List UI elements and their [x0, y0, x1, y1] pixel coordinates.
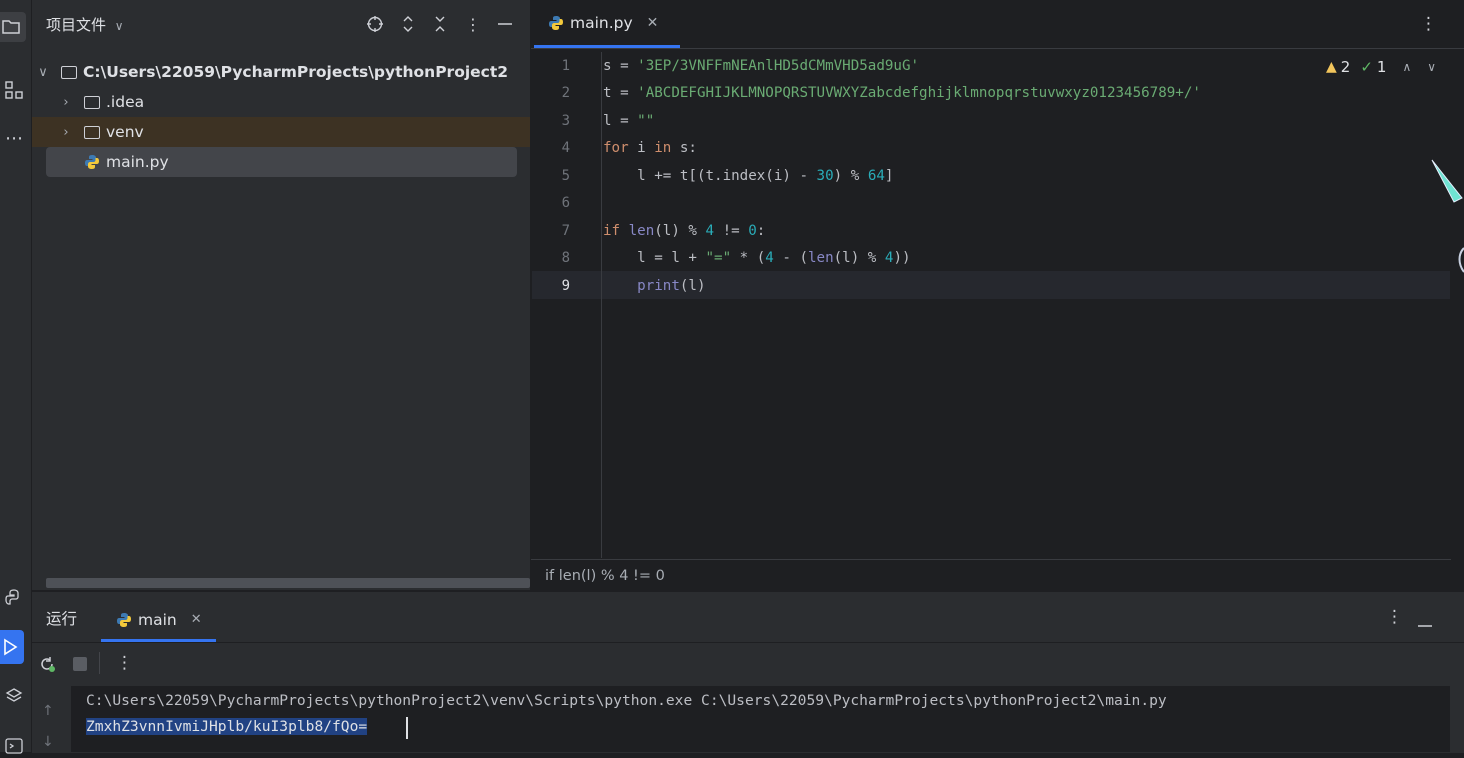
- tool-window-strip: ⋯: [0, 0, 32, 754]
- tree-item-venv[interactable]: › venv: [32, 117, 530, 147]
- stop-icon[interactable]: [73, 657, 87, 671]
- terminal-icon[interactable]: [2, 734, 26, 758]
- run-icon[interactable]: [0, 630, 24, 664]
- run-tab-main[interactable]: main ✕: [101, 600, 216, 642]
- line-number: 5: [561, 168, 570, 184]
- line-number: 6: [561, 195, 570, 211]
- tree-item-idea[interactable]: › .idea: [32, 87, 530, 117]
- run-options-icon[interactable]: ⋮: [1386, 607, 1403, 627]
- divider: [99, 652, 100, 674]
- chevron-right-icon[interactable]: ›: [58, 95, 74, 110]
- line-number: 9: [561, 278, 570, 294]
- more-icon[interactable]: ⋮: [116, 653, 133, 673]
- collapse-all-icon[interactable]: [430, 14, 450, 34]
- rerun-icon[interactable]: [38, 655, 56, 677]
- tree-item-label: .idea: [106, 93, 145, 111]
- line-number: 1: [561, 58, 570, 74]
- chevron-right-icon[interactable]: ›: [58, 125, 74, 140]
- tree-item-project-root[interactable]: ∨ C:\Users\22059\PycharmProjects\pythonP…: [32, 57, 530, 87]
- code-line[interactable]: print(l): [603, 278, 705, 294]
- inspection-widget[interactable]: ▲ 2 ✓ 1 ∧ ∨: [1326, 58, 1436, 76]
- breadcrumb-label: if len(l) % 4 != 0: [545, 568, 665, 584]
- project-panel-header[interactable]: 项目文件 ∨: [46, 14, 124, 35]
- warning-icon: ▲: [1326, 59, 1337, 75]
- line-number: 8: [561, 250, 570, 266]
- minimize-icon[interactable]: [1417, 616, 1433, 632]
- tree-item-label: main.py: [106, 153, 169, 171]
- minimize-icon[interactable]: [495, 14, 515, 34]
- more-icon[interactable]: ⋯: [2, 126, 26, 150]
- horizontal-scrollbar[interactable]: [46, 578, 530, 588]
- scroll-up-icon[interactable]: ↑: [42, 703, 54, 719]
- chevron-down-icon[interactable]: ∨: [1427, 60, 1436, 74]
- project-panel-title: 项目文件: [46, 16, 107, 34]
- chevron-up-icon[interactable]: ∧: [1402, 60, 1411, 74]
- expand-all-icon[interactable]: [398, 14, 418, 34]
- folder-icon: [61, 65, 77, 79]
- chevron-down-icon[interactable]: ∨: [35, 65, 51, 80]
- code-line[interactable]: l += t[(t.index(i) - 30) % 64]: [603, 168, 893, 184]
- layers-icon[interactable]: [2, 684, 26, 708]
- line-number: 4: [561, 140, 570, 156]
- check-icon: ✓: [1360, 58, 1373, 76]
- folder-icon: [84, 125, 100, 139]
- scroll-down-icon[interactable]: ↓: [42, 734, 54, 750]
- python-file-icon: [116, 612, 132, 628]
- locate-icon[interactable]: [365, 14, 385, 34]
- divider: [32, 642, 1464, 643]
- code-line[interactable]: l = "": [603, 113, 654, 129]
- close-icon[interactable]: ✕: [647, 15, 659, 31]
- console-command-line: C:\Users\22059\PycharmProjects\pythonPro…: [86, 692, 1167, 709]
- close-icon[interactable]: ✕: [191, 612, 202, 627]
- tree-item-label: C:\Users\22059\PycharmProjects\pythonPro…: [83, 63, 509, 81]
- folder-icon[interactable]: [0, 12, 26, 42]
- code-line[interactable]: for i in s:: [603, 140, 697, 156]
- tree-item-main-py[interactable]: main.py: [32, 147, 530, 177]
- line-number: 2: [561, 85, 570, 101]
- python-file-icon: [84, 154, 100, 170]
- breadcrumb[interactable]: if len(l) % 4 != 0: [531, 559, 1451, 592]
- run-tab-label: main: [138, 610, 177, 629]
- options-icon[interactable]: ⋮: [463, 14, 483, 34]
- tree-item-label: venv: [106, 123, 144, 141]
- code-line[interactable]: t = 'ABCDEFGHIJKLMNOPQRSTUVWXYZabcdefghi…: [603, 85, 1201, 101]
- code-line[interactable]: s = '3EP/3VNFFmNEAnlHD5dCMmVHD5ad9uG': [603, 58, 919, 74]
- line-number: 3: [561, 113, 570, 129]
- text-caret: [406, 717, 408, 739]
- console-output-line[interactable]: ZmxhZ3vnnIvmiJHplb/kuI3plb8/fQo=: [86, 718, 368, 735]
- structure-icon[interactable]: [2, 78, 26, 102]
- decorative-image: [1430, 158, 1464, 278]
- python-file-icon: [548, 15, 564, 31]
- code-line[interactable]: if len(l) % 4 != 0:: [603, 223, 765, 239]
- folder-icon: [84, 95, 100, 109]
- code-line[interactable]: l = l + "=" * (4 - (len(l) % 4)): [603, 250, 910, 266]
- run-panel-title: 运行: [46, 610, 78, 628]
- chevron-down-icon: ∨: [114, 19, 124, 33]
- editor-tab-main-py[interactable]: main.py ✕: [534, 0, 680, 48]
- python-packages-icon[interactable]: [2, 586, 26, 610]
- line-number: 7: [561, 223, 570, 239]
- editor-tab-label: main.py: [570, 13, 633, 32]
- ok-count: 1: [1376, 58, 1387, 76]
- editor-options-icon[interactable]: ⋮: [1420, 14, 1437, 34]
- warning-count: 2: [1340, 58, 1351, 76]
